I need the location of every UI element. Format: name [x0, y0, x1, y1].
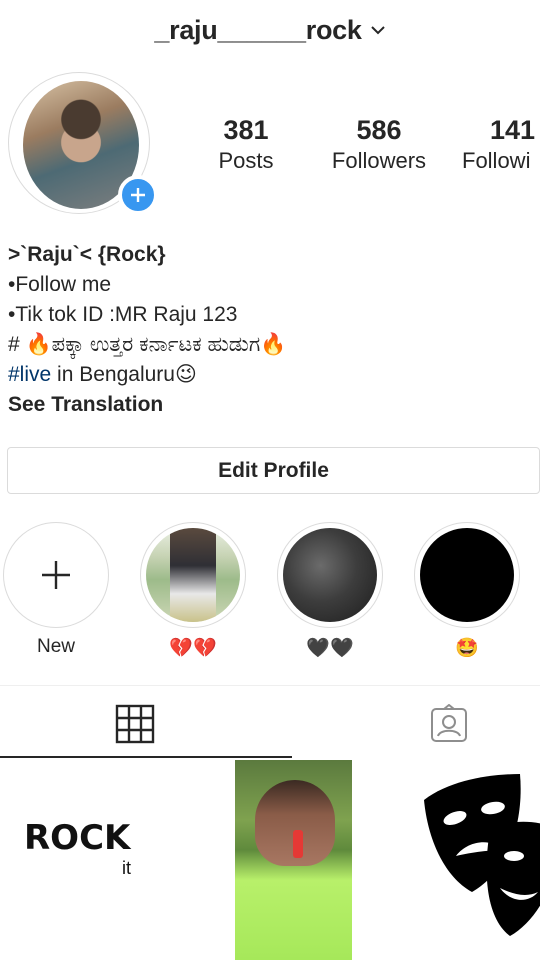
post-thumbnail[interactable] — [410, 760, 540, 960]
bio-line-3: # 🔥ಪಕ್ಕಾ ಉತ್ತರ ಕರ್ನಾಟಕ ಹುಡುಗ🔥 — [8, 333, 287, 356]
highlight-ring[interactable] — [140, 522, 246, 628]
highlight-label: 🖤🖤 — [306, 638, 354, 659]
bio-line-4-text: in Bengaluru😉 — [51, 363, 197, 386]
highlight-new[interactable]: New — [3, 522, 109, 662]
posts-count: 381 — [223, 115, 269, 145]
highlight-thumbnail — [283, 528, 377, 622]
tagged-tab[interactable] — [425, 700, 473, 748]
post-caption-sub: it — [122, 858, 131, 878]
grid-icon — [115, 704, 155, 744]
bio-section: >`Raju`< {Rock} •Follow me •Tik tok ID :… — [8, 240, 528, 420]
highlight-label: New — [36, 636, 75, 657]
bio-line-4: #live in Bengaluru😉 — [8, 360, 528, 390]
highlight-ring[interactable] — [414, 522, 520, 628]
plus-icon — [131, 188, 145, 202]
highlight-label: 🤩 — [455, 638, 479, 659]
new-highlight-ring[interactable] — [3, 522, 109, 628]
post-grid: ROCK it — [0, 760, 540, 960]
grid-tab[interactable] — [111, 700, 159, 748]
profile-header: _raju______rock — [0, 0, 540, 60]
followers-count: 586 — [356, 115, 402, 145]
active-tab-indicator — [0, 756, 292, 758]
stat-followers[interactable]: 586 Followers — [326, 115, 432, 174]
following-count: 141 — [490, 115, 536, 145]
stat-following[interactable]: 141 Followi — [462, 115, 540, 174]
highlight-label: 💔💔 — [169, 638, 217, 659]
following-label: Followi — [462, 148, 531, 173]
avatar-container[interactable] — [8, 72, 158, 215]
see-translation-link[interactable]: See Translation — [8, 390, 528, 420]
display-name: >`Raju`< {Rock} — [8, 243, 166, 266]
highlight-item[interactable]: 💔💔 — [140, 522, 246, 662]
tagged-person-icon — [431, 704, 467, 742]
highlight-ring[interactable] — [277, 522, 383, 628]
stat-posts[interactable]: 381 Posts — [214, 115, 278, 174]
bio-line-1: •Follow me — [8, 273, 112, 296]
theater-masks-icon — [424, 774, 540, 936]
post-caption: ROCK — [24, 818, 131, 858]
highlight-thumbnail — [146, 528, 240, 622]
chevron-down-icon[interactable] — [370, 22, 386, 38]
highlight-item[interactable]: 🤩 — [414, 522, 520, 662]
followers-label: Followers — [331, 148, 427, 173]
hashtag-link[interactable]: #live — [8, 363, 51, 386]
username-switcher[interactable]: _raju______rock — [154, 15, 361, 46]
add-story-button[interactable] — [118, 175, 158, 215]
highlight-item[interactable]: 🖤🖤 — [277, 522, 383, 662]
posts-label: Posts — [218, 148, 274, 173]
tabs-divider — [0, 685, 540, 686]
post-thumbnail[interactable]: ROCK it — [0, 760, 178, 960]
edit-profile-button[interactable]: Edit Profile — [7, 447, 540, 494]
highlight-thumbnail — [420, 528, 514, 622]
phone-shape — [293, 830, 303, 858]
post-thumbnail[interactable] — [235, 760, 352, 960]
bio-line-2: •Tik tok ID :MR Raju 123 — [8, 303, 238, 326]
plus-icon — [42, 561, 70, 589]
